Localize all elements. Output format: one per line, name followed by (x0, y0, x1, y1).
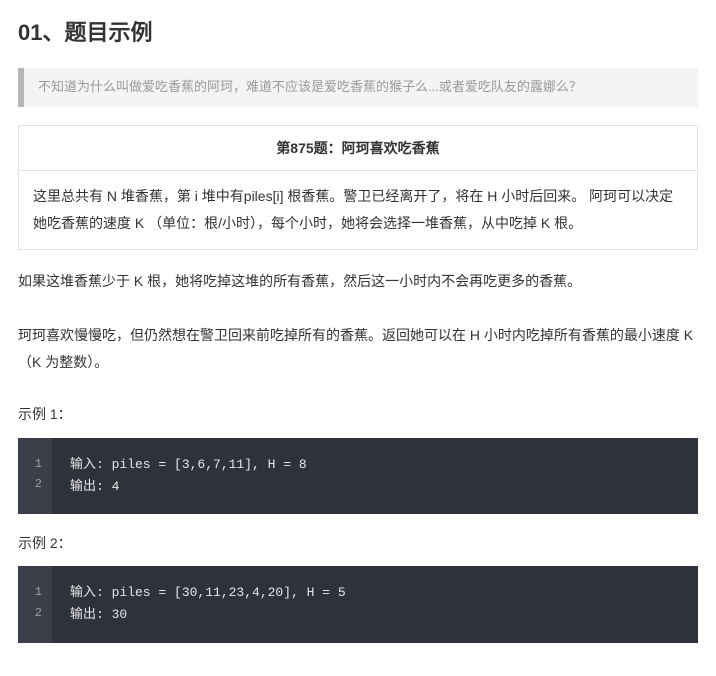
example-label-1: 示例 1： (18, 403, 698, 425)
code-line: 输出: 30 (70, 604, 346, 626)
problem-title: 第875题：阿珂喜欢吃香蕉 (19, 126, 697, 171)
code-line: 输入: piles = [30,11,23,4,20], H = 5 (70, 582, 346, 604)
section-title: 01、题目示例 (18, 15, 698, 50)
paragraph-1: 如果这堆香蕉少于 K 根，她将吃掉这堆的所有香蕉，然后这一小时内不会再吃更多的香… (18, 268, 698, 295)
code-line: 输出: 4 (70, 476, 307, 498)
quote-text: 不知道为什么叫做爱吃香蕉的阿珂，难道不应该是爱吃香蕉的猴子么...或者爱吃队友的… (38, 79, 582, 94)
code-block-1: 1 2 输入: piles = [3,6,7,11], H = 8输出: 4 (18, 438, 698, 514)
code-content: 输入: piles = [30,11,23,4,20], H = 5输出: 30 (52, 566, 364, 642)
line-numbers: 1 2 (18, 438, 52, 514)
problem-box: 第875题：阿珂喜欢吃香蕉 这里总共有 N 堆香蕉，第 i 堆中有piles[i… (18, 125, 698, 250)
code-block-2: 1 2 输入: piles = [30,11,23,4,20], H = 5输出… (18, 566, 698, 642)
quote-block: 不知道为什么叫做爱吃香蕉的阿珂，难道不应该是爱吃香蕉的猴子么...或者爱吃队友的… (18, 68, 698, 107)
code-content: 输入: piles = [3,6,7,11], H = 8输出: 4 (52, 438, 325, 514)
paragraph-2: 珂珂喜欢慢慢吃，但仍然想在警卫回来前吃掉所有的香蕉。返回她可以在 H 小时内吃掉… (18, 322, 698, 375)
line-numbers: 1 2 (18, 566, 52, 642)
problem-description: 这里总共有 N 堆香蕉，第 i 堆中有piles[i] 根香蕉。警卫已经离开了，… (19, 171, 697, 248)
example-label-2: 示例 2： (18, 532, 698, 554)
code-line: 输入: piles = [3,6,7,11], H = 8 (70, 454, 307, 476)
